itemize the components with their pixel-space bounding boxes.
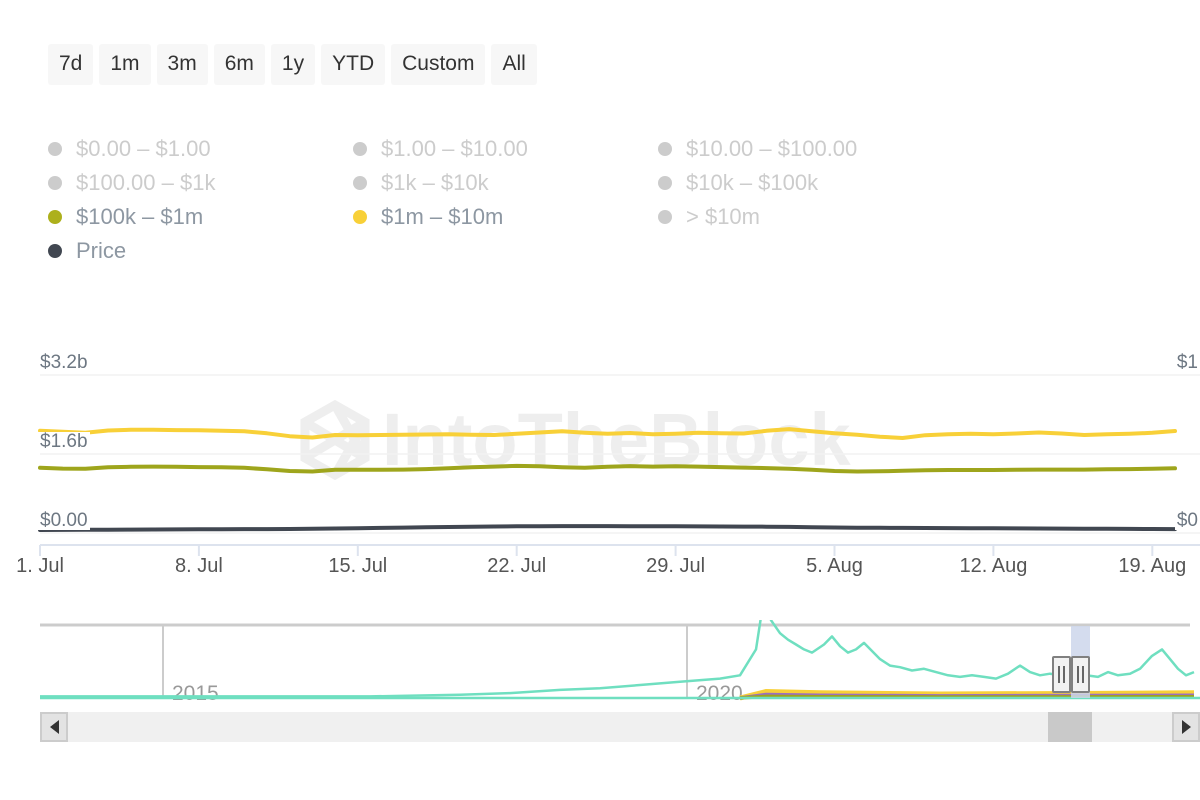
legend-item-label: > $10m (686, 206, 760, 228)
x-axis-label: 8. Jul (175, 556, 223, 576)
legend-dot-icon (353, 142, 367, 156)
legend-item-9[interactable]: Price (48, 234, 1048, 268)
plot-area: $0.00 $0 $1.6b $3.2b $1 (0, 340, 1200, 590)
y-axis-label-right: $0 (1175, 511, 1200, 530)
legend-item-5[interactable]: $10k – $100k (658, 166, 963, 200)
scroll-left-arrow-icon[interactable] (40, 712, 68, 742)
legend-item-6[interactable]: $100k – $1m (48, 200, 353, 234)
legend-item-1[interactable]: $1.00 – $10.00 (353, 132, 658, 166)
range-button-3m[interactable]: 3m (157, 44, 208, 85)
x-axis-label: 12. Aug (959, 556, 1027, 576)
legend-item-3[interactable]: $100.00 – $1k (48, 166, 353, 200)
legend-dot-icon (658, 142, 672, 156)
legend-dot-icon (48, 244, 62, 258)
chart-legend: $0.00 – $1.00 $1.00 – $10.00 $10.00 – $100… (48, 132, 1048, 268)
y-axis-label-left: $3.2b (38, 353, 90, 372)
grip-line-icon (1063, 666, 1065, 683)
navigator[interactable]: 2015 2020 (40, 620, 1200, 710)
legend-dot-icon (353, 210, 367, 224)
grip-line-icon (1077, 666, 1079, 683)
legend-item-0[interactable]: $0.00 – $1.00 (48, 132, 353, 166)
legend-item-label: $10.00 – $100.00 (686, 138, 857, 160)
navigator-handle-right[interactable] (1071, 656, 1090, 693)
legend-item-8[interactable]: > $10m (658, 200, 963, 234)
navigator-svg: 2015 2020 (40, 620, 1200, 710)
navigator-handle-left[interactable] (1052, 656, 1071, 693)
scroll-right-arrow-icon[interactable] (1172, 712, 1200, 742)
legend-item-label: $10k – $100k (686, 172, 818, 194)
x-axis-label: 19. Aug (1118, 556, 1186, 576)
legend-item-label: Price (76, 240, 126, 262)
range-button-custom[interactable]: Custom (391, 44, 485, 85)
range-button-7d[interactable]: 7d (48, 44, 93, 85)
legend-dot-icon (353, 176, 367, 190)
range-selector: 7d 1m 3m 6m 1y YTD Custom All (48, 44, 537, 85)
legend-item-2[interactable]: $10.00 – $100.00 (658, 132, 963, 166)
legend-dot-icon (48, 176, 62, 190)
navigator-year-label: 2015 (172, 682, 219, 705)
grip-line-icon (1082, 666, 1084, 683)
x-axis-label: 1. Jul (16, 556, 64, 576)
y-axis-label-right: $1 (1175, 353, 1200, 372)
grip-line-icon (1058, 666, 1060, 683)
legend-dot-icon (658, 210, 672, 224)
legend-item-label: $0.00 – $1.00 (76, 138, 211, 160)
scrollbar[interactable] (40, 712, 1200, 742)
legend-item-label: $1.00 – $10.00 (381, 138, 528, 160)
x-axis-label: 29. Jul (646, 556, 705, 576)
x-axis-label: 15. Jul (328, 556, 387, 576)
range-button-6m[interactable]: 6m (214, 44, 265, 85)
range-button-all[interactable]: All (491, 44, 536, 85)
range-button-1m[interactable]: 1m (99, 44, 150, 85)
legend-item-label: $100.00 – $1k (76, 172, 215, 194)
x-axis-label: 5. Aug (806, 556, 863, 576)
legend-item-4[interactable]: $1k – $10k (353, 166, 658, 200)
legend-dot-icon (48, 142, 62, 156)
main-chart[interactable]: IntoTheBlock $0.00$0$1.6b$3.2b$1 (0, 340, 1200, 590)
legend-dot-icon (48, 210, 62, 224)
legend-item-label: $1m – $10m (381, 206, 503, 228)
x-axis: 1. Jul 8. Jul 15. Jul 22. Jul 29. Jul 5. Aug 1… (0, 556, 1200, 586)
range-button-ytd[interactable]: YTD (321, 44, 385, 85)
legend-dot-icon (658, 176, 672, 190)
range-button-1y[interactable]: 1y (271, 44, 315, 85)
legend-item-7[interactable]: $1m – $10m (353, 200, 658, 234)
y-axis-label-left: $0.00 (38, 511, 90, 530)
x-axis-label: 22. Jul (487, 556, 546, 576)
scrollbar-track[interactable] (68, 712, 1172, 742)
triangle-right-icon (1182, 720, 1191, 734)
legend-item-label: $100k – $1m (76, 206, 203, 228)
y-axis-label-left: $1.6b (38, 432, 90, 451)
triangle-left-icon (50, 720, 59, 734)
scrollbar-thumb[interactable] (1048, 712, 1092, 742)
legend-item-label: $1k – $10k (381, 172, 489, 194)
navigator-year-label: 2020 (696, 682, 743, 705)
